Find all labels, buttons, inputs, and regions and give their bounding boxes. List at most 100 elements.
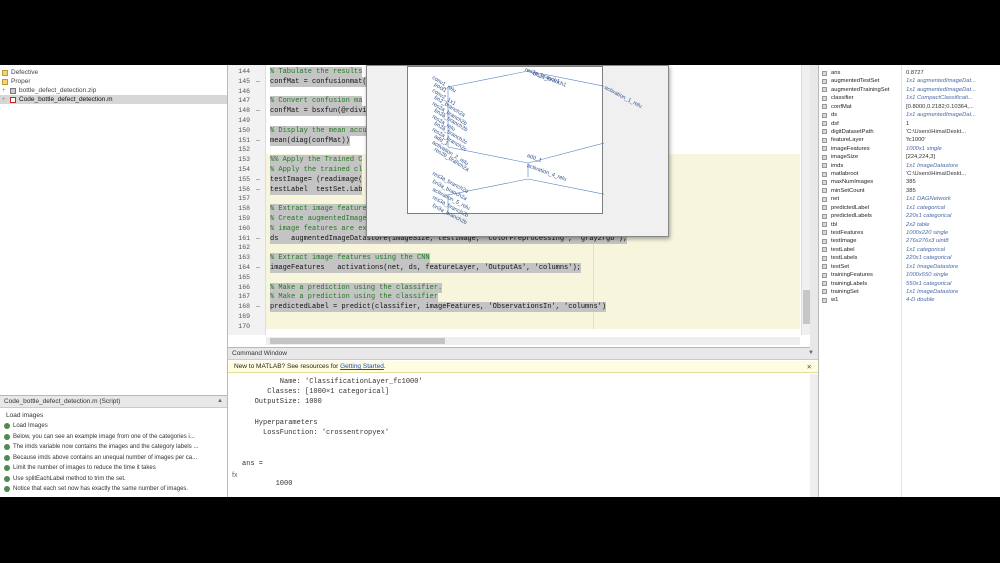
close-icon[interactable]: ✕ — [807, 363, 812, 371]
variable-icon — [822, 264, 827, 270]
code-line[interactable]: confMat = confusionmat( — [270, 76, 367, 87]
figure-window[interactable]: conv1_relu pool1 conv2_1x1 bn2_branch2a res2… — [366, 65, 669, 237]
folder-item[interactable]: Proper — [2, 77, 31, 86]
command-window-panel[interactable]: Command Window ▼ New to MATLAB? See reso… — [228, 348, 818, 497]
folder-item[interactable]: + Code_bottle_defect_detection.m — [0, 95, 227, 104]
details-section-item[interactable]: Below, you can see an example image from… — [0, 432, 227, 443]
workspace-variable-row[interactable]: testLabels 220x1 categorical — [819, 254, 1000, 262]
workspace-variable-row[interactable]: featureLayer 'fc1000' — [819, 136, 1000, 144]
section-icon — [4, 486, 10, 493]
variable-name: predictedLabels — [831, 213, 872, 220]
editor-horizontal-scrollbar[interactable] — [266, 337, 800, 345]
code-line[interactable]: % Create augmentedImage — [270, 214, 367, 224]
breakpoint-dash-icon[interactable]: – — [254, 77, 262, 87]
code-line[interactable]: % Convert confusion ma — [270, 96, 363, 107]
command-window-title: Command Window — [232, 350, 287, 357]
workspace-variable-row[interactable]: trainingLabels 550x1 categorical — [819, 280, 1000, 288]
details-section-item[interactable]: Use splitEachLabel method to trim the se… — [0, 474, 227, 485]
workspace-variable-row[interactable]: augmentedTestSet 1x1 augmentedImageDat... — [819, 77, 1000, 85]
code-line[interactable]: predictedLabel = predict(classifier, ima… — [270, 302, 607, 313]
workspace-variable-row[interactable]: predictedLabels 220x1 categorical — [819, 212, 1000, 220]
workspace-variable-row[interactable]: testImage 276x276x3 uint8 — [819, 237, 1000, 245]
command-output-line: LossFunction: 'crossentropyex' — [242, 429, 390, 437]
workspace-variable-row[interactable]: ans 0.8727 — [819, 69, 1000, 77]
workspace-variable-row[interactable]: tbl 2x2 table — [819, 221, 1000, 229]
workspace-panel[interactable]: ans 0.8727 augmentedTestSet 1x1 augmentedIm… — [818, 65, 1000, 497]
workspace-variable-row[interactable]: imds 1x1 ImageDatastore — [819, 162, 1000, 170]
code-line[interactable]: % Display the mean accu — [270, 125, 367, 136]
code-line[interactable]: % Apply the trained cl — [270, 165, 363, 175]
code-line[interactable]: % Make a prediction using the classifier… — [270, 282, 443, 293]
variable-name: dsf — [831, 120, 839, 127]
workspace-variable-row[interactable]: matlabroot 'C:\Users\Hima\Deskt... — [819, 170, 1000, 178]
getting-started-link[interactable]: Getting Started — [340, 363, 384, 370]
breakpoint-dash-icon[interactable]: – — [254, 136, 262, 146]
breakpoint-dash-icon[interactable]: – — [254, 263, 262, 273]
line-number: 150 — [238, 126, 250, 134]
details-section-item[interactable]: Notice that each set now has exactly the… — [0, 484, 227, 495]
workspace-variable-row[interactable]: ds 1x1 augmentedImageDat... — [819, 111, 1000, 119]
section-icon — [4, 444, 10, 451]
details-section-item[interactable]: Because imds above contains an unequal n… — [0, 453, 227, 464]
breakpoint-dash-icon[interactable]: – — [254, 185, 262, 195]
variable-name: featureLayer — [831, 137, 864, 144]
workspace-variable-row[interactable]: trainingSet 1x1 ImageDatastore — [819, 288, 1000, 296]
details-section-list: Load Images Below, you can see an example… — [0, 421, 227, 495]
code-line[interactable]: % Extract image features using the CNN — [270, 253, 430, 264]
scrollbar-thumb[interactable] — [803, 290, 810, 324]
variable-value: 1000x550 single — [906, 272, 949, 279]
breakpoint-dash-icon[interactable]: – — [254, 175, 262, 185]
workspace-variable-row[interactable]: trainingFeatures 1000x550 single — [819, 271, 1000, 279]
details-heading: Load images — [6, 412, 44, 419]
variable-name: matlabroot — [831, 171, 859, 178]
expander-icon[interactable]: + — [2, 88, 8, 94]
folder-item[interactable]: Defective — [2, 68, 38, 77]
scrollbar-thumb[interactable] — [270, 338, 445, 344]
code-line[interactable]: confMat = bsxfun(@rdivi — [270, 106, 367, 117]
workspace-variable-row[interactable]: classifier 1x1 CompactClassificati... — [819, 94, 1000, 102]
code-line[interactable]: testLabel testSet.Lab — [270, 184, 363, 195]
variable-value: 1 — [906, 120, 910, 127]
line-number: 161 — [238, 234, 250, 242]
workspace-variable-row[interactable]: imageFeatures 1000x1 single — [819, 145, 1000, 153]
workspace-variable-row[interactable]: maxNumImages 385 — [819, 178, 1000, 186]
editor-edge — [810, 65, 818, 348]
workspace-variable-row[interactable]: digitDatasetPath 'C:\Users\Hima\Deskt... — [819, 128, 1000, 136]
workspace-variable-row[interactable]: augmentedTrainingSet 1x1 augmentedImageDa… — [819, 86, 1000, 94]
expander-icon[interactable]: + — [2, 97, 8, 103]
workspace-variable-row[interactable]: dsf 1 — [819, 120, 1000, 128]
workspace-variable-row[interactable]: testFeatures 1000x220 single — [819, 229, 1000, 237]
network-graph-axes[interactable]: conv1_relu pool1 conv2_1x1 bn2_branch2a res2… — [407, 66, 643, 226]
workspace-variable-row[interactable]: w1 4-D double — [819, 296, 1000, 304]
variable-name: ans — [831, 70, 841, 76]
fx-prompt-icon[interactable]: fx — [232, 472, 237, 479]
workspace-variable-row[interactable]: testSet 1x1 ImageDatastore — [819, 263, 1000, 271]
workspace-variable-row[interactable]: predictedLabel 1x1 categorical — [819, 204, 1000, 212]
code-line[interactable]: % Tabulate the results — [270, 67, 363, 77]
breakpoint-dash-icon[interactable]: – — [254, 302, 262, 312]
workspace-variable-row[interactable]: confMat [0.8000,0.2182;0.10364,... — [819, 103, 1000, 111]
details-section-item[interactable]: Load Images — [0, 421, 227, 432]
breakpoint-dash-icon[interactable]: – — [254, 106, 262, 116]
details-section-item[interactable]: Limit the number of images to reduce the… — [0, 463, 227, 474]
code-line[interactable]: imageFeatures activations(net, ds, featu… — [270, 263, 581, 273]
code-line[interactable]: % Make a prediction using the classifier — [270, 292, 439, 303]
code-line[interactable]: %% Apply the Trained C — [270, 155, 363, 166]
workspace-variable-row[interactable]: net 1x1 DAGNetwork — [819, 195, 1000, 203]
command-window-scrollbar[interactable] — [810, 374, 818, 497]
folder-item[interactable]: + bottle_defect_detection.zip — [2, 86, 96, 95]
chevron-up-icon[interactable]: ▲ — [217, 398, 223, 404]
workspace-variable-row[interactable]: imageSize [224,224,3] — [819, 153, 1000, 161]
editor-vertical-scrollbar[interactable] — [801, 65, 810, 335]
workspace-variable-row[interactable]: testLabel 1x1 categorical — [819, 246, 1000, 254]
line-number: 154 — [238, 166, 250, 173]
workspace-variable-row[interactable]: minSetCount 385 — [819, 187, 1000, 195]
code-line[interactable]: mean(diag(confMat)) — [270, 135, 350, 146]
code-line[interactable]: testImage= (readimage( — [270, 174, 363, 185]
details-section-item[interactable]: The imds variable now contains the image… — [0, 442, 227, 453]
folder-icon — [2, 69, 8, 76]
chevron-down-icon[interactable]: ▼ — [808, 350, 814, 356]
breakpoint-dash-icon[interactable]: – — [254, 234, 262, 244]
code-line[interactable]: % Extract image feature — [270, 204, 367, 215]
line-number: 159 — [238, 215, 250, 222]
